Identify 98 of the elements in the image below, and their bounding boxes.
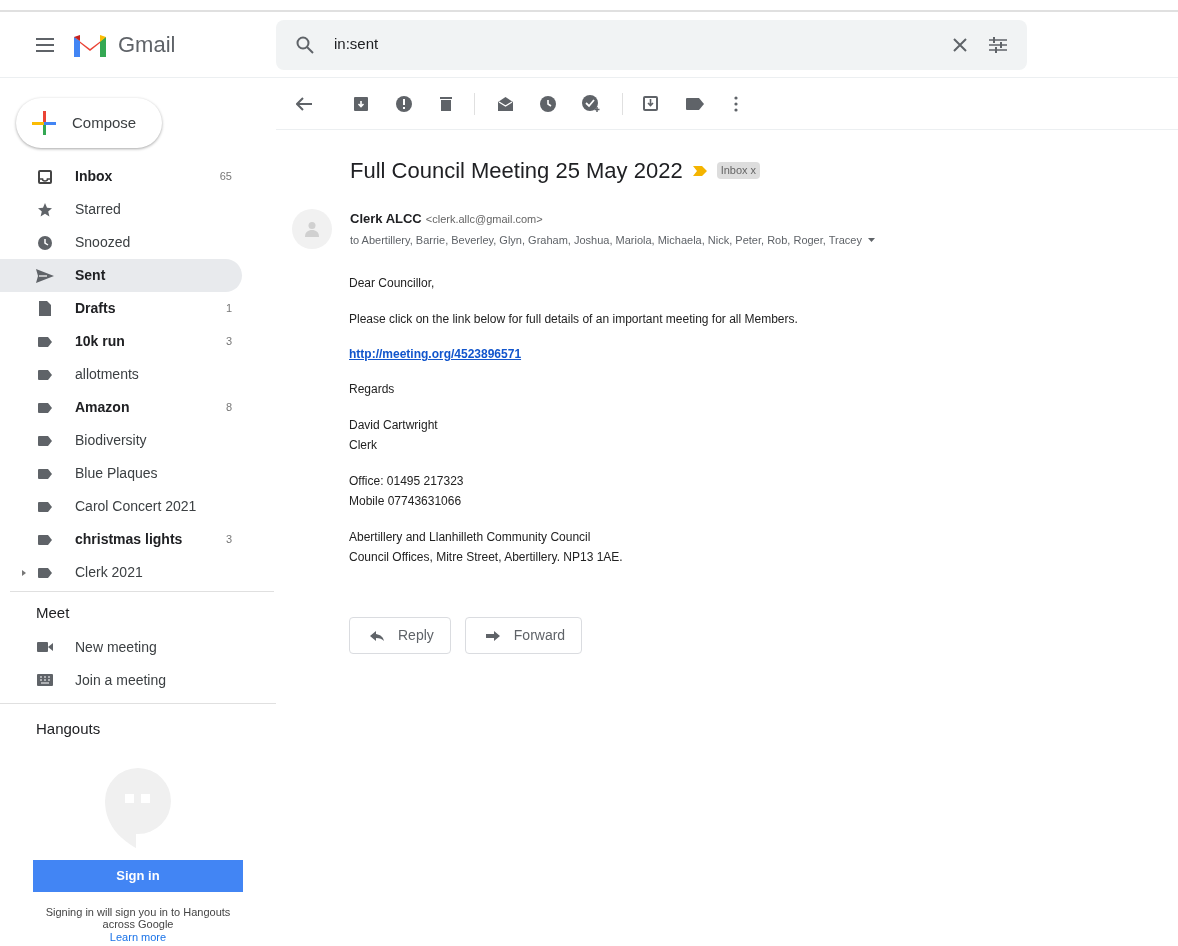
sidebar-item[interactable]: Sent — [0, 259, 242, 292]
importance-marker-icon[interactable] — [692, 165, 707, 176]
clock-icon[interactable] — [540, 95, 556, 112]
sidebar-item[interactable]: christmas lights 3 — [0, 523, 242, 556]
more-icon[interactable] — [734, 95, 738, 112]
add-task-icon[interactable] — [582, 95, 600, 112]
body-text: Council Offices, Mitre Street, Abertillery. NP13 1AE. — [349, 549, 624, 566]
sidebar-label: Inbox — [75, 167, 114, 186]
section-title: Meet — [35, 603, 71, 623]
sidebar-label: Starred — [75, 200, 122, 219]
sidebar-item[interactable]: allotments — [0, 358, 242, 391]
label-icon — [38, 369, 52, 380]
spam-icon[interactable] — [396, 95, 412, 112]
body-text: Office: 01495 217323 — [349, 473, 465, 490]
sidebar-label: Amazon — [75, 398, 131, 417]
section-title: Hangouts — [35, 718, 102, 739]
label-icon — [38, 336, 52, 347]
filter-icon[interactable] — [989, 36, 1007, 53]
move-to-icon[interactable] — [643, 96, 658, 111]
video-camera-icon — [37, 642, 53, 652]
sidebar-item[interactable]: Amazon 8 — [0, 391, 242, 424]
inbox-tag: Inbox x — [716, 162, 761, 179]
unread-count: 1 — [225, 301, 232, 317]
sign-in-note: Signing in will sign you in to Hangouts across Google — [44, 906, 232, 930]
reply-button[interactable]: Reply — [349, 617, 451, 654]
unread-count: 3 — [225, 334, 232, 350]
sidebar-label: Carol Concert 2021 — [75, 497, 198, 516]
sidebar-label: 10k run — [75, 332, 126, 351]
unread-count: 8 — [225, 400, 232, 416]
sidebar-item[interactable]: Biodiversity — [0, 424, 242, 457]
envelope-icon[interactable] — [497, 96, 514, 111]
body-text: Clerk — [349, 437, 378, 454]
archive-icon[interactable] — [354, 96, 368, 111]
document-icon — [39, 301, 51, 316]
learn-more-link[interactable]: Learn more — [109, 931, 167, 943]
reply-arrow-icon — [370, 630, 384, 641]
sidebar-label: Sent — [75, 266, 107, 285]
label-icon — [38, 567, 52, 578]
body-text: David Cartwright — [349, 417, 439, 434]
label-icon — [38, 435, 52, 446]
sidebar-label: Clerk 2021 — [75, 563, 144, 582]
menu-icon[interactable] — [36, 37, 54, 52]
body-text: Mobile 07743631066 — [349, 493, 463, 510]
sidebar-item[interactable]: Inbox 65 — [0, 160, 242, 193]
sidebar-item[interactable]: Join a meeting — [0, 663, 242, 697]
label-icon — [38, 534, 52, 545]
sidebar-item[interactable]: Starred — [0, 193, 242, 226]
send-icon — [36, 268, 54, 283]
sidebar-label: Drafts — [75, 299, 117, 318]
trash-icon[interactable] — [440, 96, 452, 111]
sender-email: <clerk.allc@gmail.com> — [425, 212, 543, 227]
search-bar[interactable]: in:sent — [276, 19, 1027, 70]
sender-name: Clerk ALCC — [350, 210, 422, 228]
sidebar-item[interactable]: New meeting — [0, 630, 242, 664]
expand-arrow-icon[interactable] — [22, 569, 26, 576]
body-text: Abertillery and Llanhilleth Community Council — [349, 529, 592, 546]
remove-tag-button[interactable]: x — [750, 162, 757, 179]
sign-in-button[interactable]: Sign in — [33, 860, 243, 892]
sidebar-item[interactable]: Carol Concert 2021 — [0, 490, 242, 523]
star-icon — [38, 202, 52, 217]
body-text: Regards — [349, 381, 396, 398]
sidebar-item[interactable]: Blue Plaques — [0, 457, 242, 490]
sidebar-label: christmas lights — [75, 530, 184, 549]
clock-icon — [38, 235, 52, 250]
label-icon[interactable] — [686, 97, 704, 110]
body-text: Dear Councillor, — [349, 275, 436, 292]
dropdown-icon[interactable] — [867, 237, 875, 242]
sidebar-label: Biodiversity — [75, 431, 148, 450]
recipients-list: to Abertillery, Barrie, Beverley, Glyn, Graham, Joshua, Mariola, Michaela, Nick, Peter, Rob, Roger, Tracey — [350, 231, 862, 248]
email-subject: Full Council Meeting 25 May 2022 — [350, 157, 683, 185]
app-name: Gmail — [118, 31, 176, 59]
sidebar-label: Snoozed — [75, 233, 132, 252]
label-icon — [38, 501, 52, 512]
forward-arrow-icon — [485, 630, 500, 641]
search-field[interactable]: in:sent — [334, 33, 953, 56]
inbox-icon — [38, 169, 52, 184]
keyboard-icon — [37, 674, 53, 686]
sidebar-label: Join a meeting — [75, 670, 168, 690]
sidebar-item[interactable]: Clerk 2021 — [0, 556, 242, 589]
body-text: Please click on the link below for full details of an important meeting for all Members. — [349, 311, 799, 328]
close-icon[interactable] — [953, 37, 967, 52]
sidebar-item[interactable]: Drafts 1 — [0, 292, 242, 325]
unread-count: 3 — [225, 532, 232, 548]
label-icon — [38, 402, 52, 413]
plus-icon — [32, 111, 56, 135]
label-icon — [38, 468, 52, 479]
back-arrow-icon[interactable] — [296, 96, 312, 111]
search-icon[interactable] — [296, 35, 314, 54]
sidebar-item[interactable]: Snoozed — [0, 226, 242, 259]
sidebar-item[interactable]: 10k run 3 — [0, 325, 242, 358]
compose-button[interactable]: Compose — [16, 98, 163, 148]
meeting-link[interactable]: http://meeting.org/4523896571 — [349, 345, 522, 363]
sidebar-label: New meeting — [75, 637, 158, 657]
forward-button[interactable]: Forward — [464, 617, 583, 654]
unread-count: 65 — [219, 169, 232, 185]
avatar-icon — [292, 209, 332, 249]
sidebar-label: Blue Plaques — [75, 464, 159, 483]
sidebar-label: allotments — [75, 365, 140, 384]
